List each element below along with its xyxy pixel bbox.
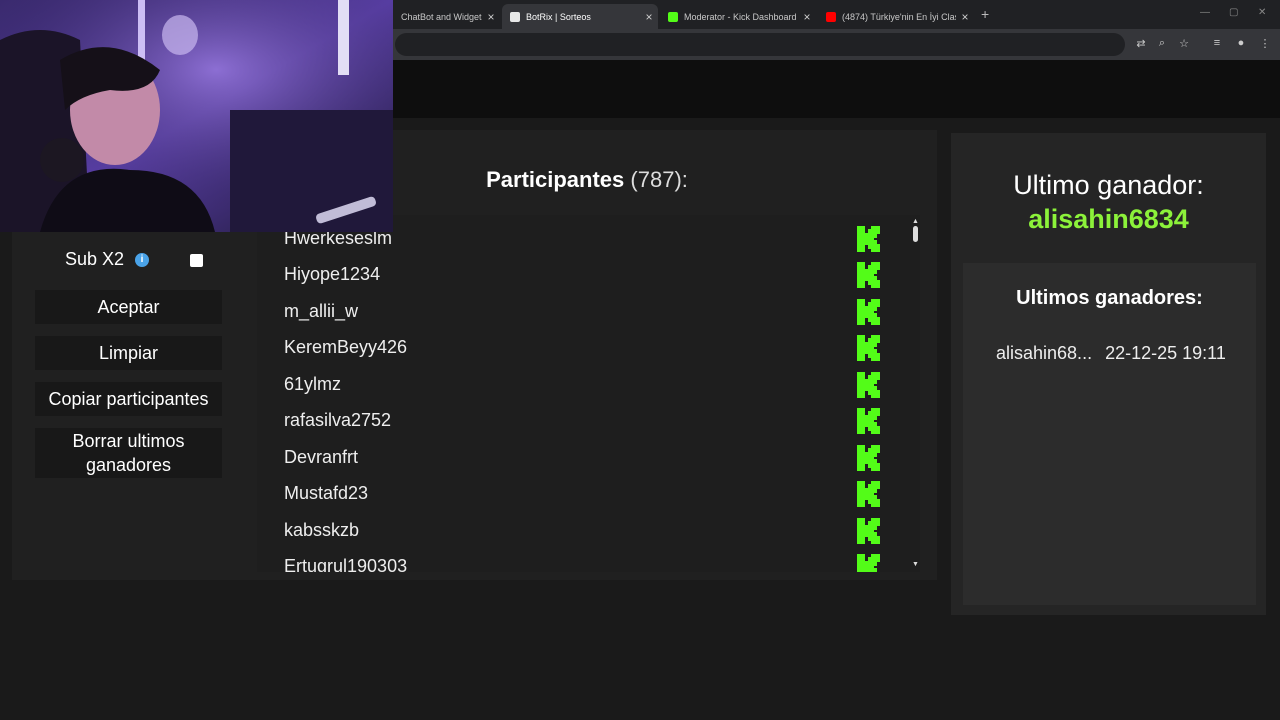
- translate-icon[interactable]: ⇄: [1134, 37, 1148, 50]
- list-item: rafasilva2752: [257, 402, 911, 438]
- sub-x2-checkbox[interactable]: [190, 254, 203, 267]
- participants-list[interactable]: Hwerkeseslm Hiyope1234 m_allii_w KeremBe…: [257, 215, 911, 572]
- kick-icon: [857, 554, 880, 572]
- kick-icon: [857, 481, 880, 507]
- list-item: kabsskzb: [257, 512, 911, 548]
- accept-button[interactable]: Aceptar: [35, 290, 222, 324]
- list-item: Ertugrul190303: [257, 548, 911, 572]
- participant-name: Devranfrt: [284, 447, 359, 467]
- new-tab-button[interactable]: +: [981, 6, 989, 22]
- participant-name: KeremBeyy426: [284, 337, 408, 357]
- list-item: Devranfrt: [257, 439, 911, 475]
- tab-title: ChatBot and Widgets: [401, 11, 482, 22]
- reading-list-icon[interactable]: ≡: [1210, 37, 1224, 49]
- list-item: Mustafd23: [257, 475, 911, 511]
- kick-icon: [857, 226, 880, 252]
- kick-icon: [857, 335, 880, 361]
- window-close-icon[interactable]: ✕: [1258, 7, 1266, 18]
- participants-scrollbar[interactable]: [911, 215, 920, 572]
- tab-close-icon[interactable]: ×: [798, 10, 816, 24]
- last-winner-label: Ultimo ganador:: [1013, 170, 1204, 200]
- address-bar[interactable]: [395, 33, 1125, 56]
- winner-history-item: alisahin68... 22-12-25 19:11: [996, 343, 1226, 364]
- youtube-favicon-icon: [826, 11, 836, 22]
- winners-history-title: Ultimos ganadores:: [1016, 287, 1203, 309]
- scroll-up-arrow-icon[interactable]: ▲: [911, 218, 920, 225]
- copy-participants-button[interactable]: Copiar participantes: [35, 382, 222, 416]
- tab-title: Moderator - Kick Dashboard: [684, 11, 797, 22]
- winner-history-time: 22-12-25 19:11: [1105, 343, 1226, 363]
- list-item: Hiyope1234: [257, 256, 911, 292]
- list-item: 61ylmz: [257, 366, 911, 402]
- profile-avatar-icon[interactable]: ●: [1234, 37, 1248, 49]
- tab-title: (4874) Türkiye'nin En İyi Clash R: [842, 11, 956, 22]
- tab-title: BotRix | Sorteos: [526, 11, 591, 22]
- participant-name: Hiyope1234: [284, 264, 381, 284]
- browser-menu-icon[interactable]: ⋮: [1258, 37, 1272, 50]
- kick-icon: [857, 299, 880, 325]
- winner-history-name: alisahin68...: [996, 343, 1093, 363]
- minimize-icon[interactable]: —: [1200, 7, 1210, 18]
- participant-name: Ertugrul190303: [284, 556, 408, 572]
- participant-name: rafasilva2752: [284, 410, 392, 430]
- scrollbar-thumb[interactable]: [913, 226, 918, 242]
- bookmark-star-icon[interactable]: ☆: [1177, 37, 1191, 50]
- tab-kick-dashboard[interactable]: Moderator - Kick Dashboard ×: [660, 4, 816, 29]
- kick-favicon-icon: [668, 11, 678, 22]
- tab-close-icon[interactable]: ×: [482, 10, 500, 24]
- winners-history-box: [963, 263, 1256, 605]
- participant-name: 61ylmz: [284, 374, 342, 394]
- tab-chatbot[interactable]: ChatBot and Widgets ×: [393, 4, 500, 29]
- participant-name: Mustafd23: [284, 483, 369, 503]
- zoom-icon[interactable]: ⌕: [1155, 37, 1169, 50]
- tab-botrix-sorteos[interactable]: BotRix | Sorteos ×: [502, 4, 658, 29]
- clear-button[interactable]: Limpiar: [35, 336, 222, 370]
- delete-last-winners-button[interactable]: Borrar ultimos ganadores: [35, 428, 222, 478]
- tab-youtube[interactable]: (4874) Türkiye'nin En İyi Clash R ×: [818, 4, 974, 29]
- tab-close-icon[interactable]: ×: [956, 10, 974, 24]
- list-item: KeremBeyy426: [257, 329, 911, 365]
- kick-icon: [857, 408, 880, 434]
- kick-icon: [857, 372, 880, 398]
- webcam-overlay: [0, 0, 393, 232]
- kick-icon: [857, 262, 880, 288]
- participants-count: (787):: [630, 167, 688, 192]
- last-winner-name: alisahin6834: [1028, 204, 1189, 234]
- sub-x2-option: Sub X2 i: [65, 249, 150, 270]
- tab-close-icon[interactable]: ×: [640, 10, 658, 24]
- kick-icon: [857, 445, 880, 471]
- scroll-down-arrow-icon[interactable]: ▼: [911, 561, 920, 568]
- info-icon[interactable]: i: [135, 252, 150, 267]
- webcam-image: [0, 0, 393, 232]
- list-item: m_allii_w: [257, 293, 911, 329]
- maximize-icon[interactable]: ▢: [1229, 7, 1238, 18]
- botrix-favicon-icon: [510, 11, 520, 22]
- participants-heading: Participantes: [486, 167, 625, 192]
- participant-name: kabsskzb: [284, 520, 360, 540]
- sub-x2-label: Sub X2: [65, 249, 125, 269]
- participant-name: m_allii_w: [284, 301, 359, 321]
- kick-icon: [857, 518, 880, 544]
